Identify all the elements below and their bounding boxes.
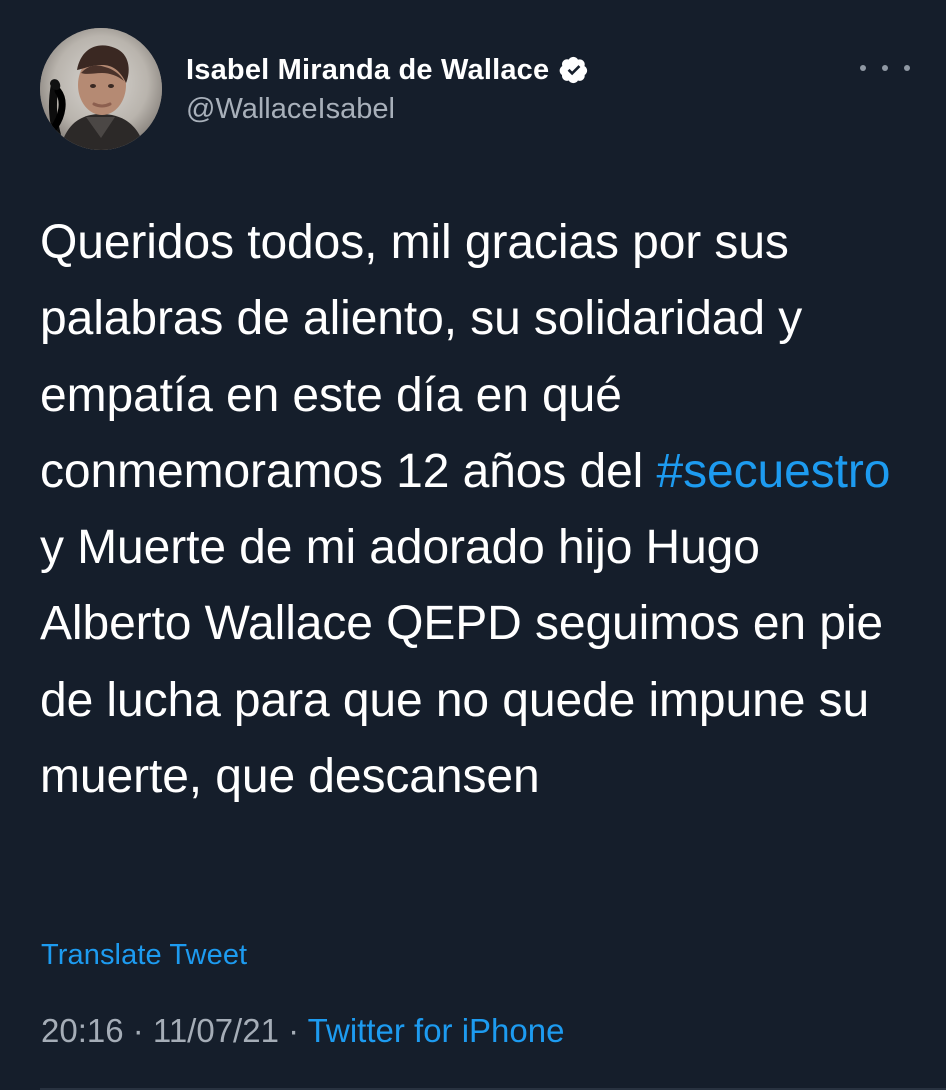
translate-tweet-link[interactable]: Translate Tweet <box>41 941 247 970</box>
author-handle[interactable]: @WallaceIsabel <box>186 93 806 126</box>
tweet-time: 20:16 <box>41 1012 124 1049</box>
more-options-dot <box>882 65 888 71</box>
tweet-text-after-hashtag: y Muerte de mi adorado hijo Hugo Alberto… <box>40 521 884 804</box>
author-block[interactable]: Isabel Miranda de Wallace @WallaceIsabel <box>186 52 806 126</box>
tweet-metadata: 20:16 · 11/07/21 · Twitter for iPhone <box>41 1014 841 1047</box>
meta-separator: · <box>123 1012 153 1049</box>
more-options-dot <box>904 65 910 71</box>
author-avatar[interactable] <box>40 28 162 150</box>
display-name-row: Isabel Miranda de Wallace <box>186 52 806 88</box>
more-options-dot <box>860 65 866 71</box>
more-options-icon[interactable] <box>860 59 910 77</box>
tweet-source-link[interactable]: Twitter for iPhone <box>308 1012 565 1049</box>
tweet-header: Isabel Miranda de Wallace @WallaceIsabel <box>40 28 910 152</box>
tweet-text: Queridos todos, mil gracias por sus pala… <box>40 205 910 815</box>
author-display-name[interactable]: Isabel Miranda de Wallace <box>186 55 549 85</box>
verified-badge-icon <box>559 56 588 84</box>
meta-separator: · <box>278 1012 308 1049</box>
avatar-photo-icon <box>40 28 162 150</box>
tweet-card: Isabel Miranda de Wallace @WallaceIsabel… <box>0 0 946 1090</box>
hashtag-link[interactable]: #secuestro <box>657 445 891 498</box>
tweet-date: 11/07/21 <box>152 1012 279 1049</box>
